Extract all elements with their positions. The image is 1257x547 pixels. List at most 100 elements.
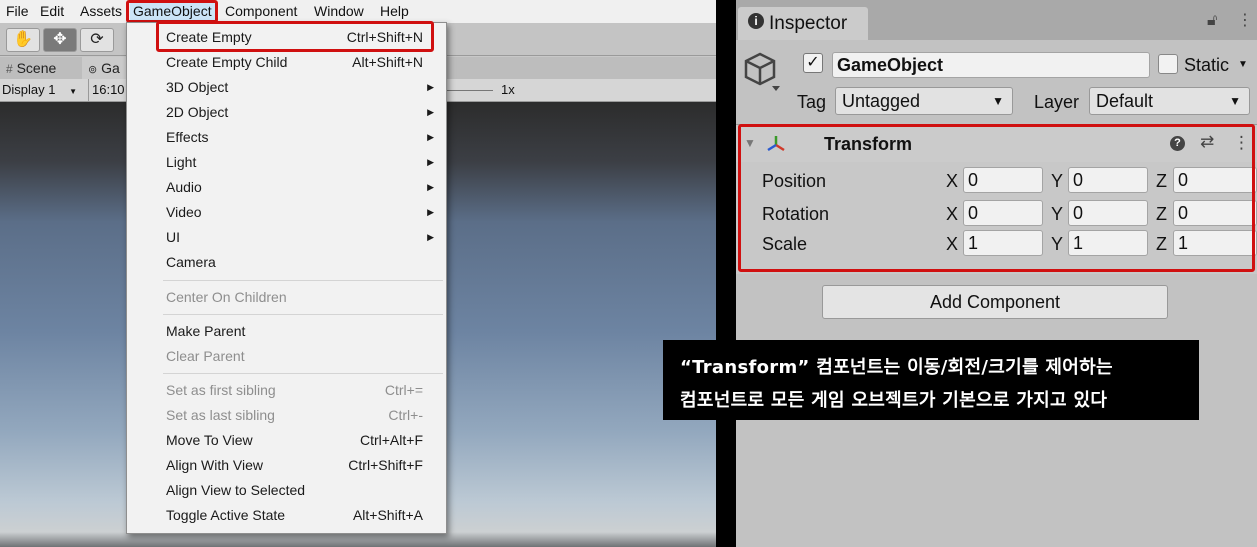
scale-value: 1x — [501, 82, 515, 97]
menu-separator — [163, 280, 443, 281]
rotate-tool-button[interactable]: ⟳ — [80, 28, 114, 52]
tab-scene[interactable]: # Scene — [0, 57, 62, 79]
menu-item-align-with-view[interactable]: Align With View Ctrl+Shift+F — [127, 453, 446, 478]
menu-separator — [163, 314, 443, 315]
submenu-arrow-icon: ▶ — [427, 132, 434, 142]
move-tool-button[interactable]: ✥ — [43, 28, 77, 52]
aspect-dropdown[interactable]: 16:10 — [88, 79, 125, 101]
inspector-panel: i Inspector 🔓︎ ⋮ ✓ GameObject Static ▼ T… — [736, 0, 1257, 547]
object-name-field[interactable]: GameObject — [832, 52, 1150, 78]
menu-item-audio[interactable]: Audio ▶ — [127, 175, 446, 200]
display-label: Display 1 — [2, 82, 56, 97]
menu-item-create-empty-child[interactable]: Create Empty Child Alt+Shift+N — [127, 50, 446, 75]
tab-scene-label: Scene — [16, 60, 57, 76]
more-options-icon[interactable]: ⋮ — [1237, 10, 1253, 30]
menu-item-label: 2D Object — [166, 104, 229, 120]
layer-label: Layer — [1034, 92, 1080, 112]
menu-help[interactable]: Help — [377, 2, 412, 21]
menu-edit[interactable]: Edit — [37, 2, 67, 21]
unity-editor-left: File Edit Assets GameObject Component Wi… — [0, 0, 716, 547]
menu-item-label: Create Empty Child — [166, 54, 288, 70]
menu-item-label: Align View to Selected — [166, 482, 306, 498]
menu-separator — [163, 373, 443, 374]
menu-item-make-parent[interactable]: Make Parent — [127, 319, 446, 344]
gameobject-menu-highlight — [126, 0, 218, 23]
menu-item-shortcut: Alt+Shift+A — [352, 507, 423, 523]
tab-inspector[interactable]: i Inspector — [738, 7, 868, 40]
menu-file[interactable]: File — [3, 2, 32, 21]
menu-item-shortcut: Alt+Shift+N — [352, 54, 423, 70]
menu-item-label: Align With View — [166, 457, 264, 473]
menu-item-label: Make Parent — [166, 323, 246, 339]
active-checkbox[interactable]: ✓ — [803, 53, 823, 73]
info-icon: i — [748, 13, 764, 29]
aspect-label: 16:10 — [92, 82, 125, 97]
chevron-down-icon: ▼ — [992, 94, 1004, 108]
menu-item-label: Effects — [166, 129, 209, 145]
gamepad-icon: ⊚ — [88, 64, 98, 76]
menu-item-clear-parent: Clear Parent — [127, 344, 446, 369]
menu-item-align-view-to-selected[interactable]: Align View to Selected — [127, 478, 446, 503]
menu-item-video[interactable]: Video ▶ — [127, 200, 446, 225]
menu-component[interactable]: Component — [222, 2, 300, 21]
menu-item-effects[interactable]: Effects ▶ — [127, 125, 446, 150]
menu-assets[interactable]: Assets — [77, 2, 125, 21]
tab-inspector-label: Inspector — [769, 13, 848, 34]
menu-item-move-to-view[interactable]: Move To View Ctrl+Alt+F — [127, 428, 446, 453]
tag-dropdown[interactable]: Untagged ▼ — [835, 87, 1013, 115]
menu-item-set-last-sibling: Set as last sibling Ctrl+- — [127, 403, 446, 428]
move-icon: ✥ — [53, 31, 67, 48]
menu-item-center-on-children: Center On Children — [127, 285, 446, 310]
menu-item-toggle-active-state[interactable]: Toggle Active State Alt+Shift+A — [127, 503, 446, 528]
menu-item-shortcut: Ctrl+- — [388, 407, 423, 423]
chevron-down-icon[interactable]: ▼ — [1238, 59, 1248, 70]
display-dropdown[interactable]: Display 1 ▼ — [2, 82, 77, 97]
lock-icon[interactable]: 🔓︎ — [1207, 12, 1217, 30]
tag-value: Untagged — [842, 91, 921, 111]
submenu-arrow-icon: ▶ — [427, 182, 434, 192]
hand-icon: ✋ — [13, 31, 33, 48]
rotate-icon: ⟳ — [90, 31, 104, 48]
menu-bar: File Edit Assets GameObject Component Wi… — [0, 0, 716, 23]
panel-divider — [716, 0, 736, 547]
chevron-down-icon: ▼ — [69, 87, 78, 96]
menu-item-light[interactable]: Light ▶ — [127, 150, 446, 175]
menu-item-shortcut: Ctrl+Alt+F — [359, 432, 423, 448]
add-component-button[interactable]: Add Component — [822, 285, 1168, 319]
menu-item-shortcut: Ctrl+Shift+F — [348, 457, 423, 473]
submenu-arrow-icon: ▶ — [427, 82, 434, 92]
menu-item-label: Video — [166, 204, 202, 220]
menu-item-set-first-sibling: Set as first sibling Ctrl+= — [127, 378, 446, 403]
menu-item-shortcut: Ctrl+= — [384, 382, 423, 398]
menu-item-label: Set as first sibling — [166, 382, 276, 398]
submenu-arrow-icon: ▶ — [427, 232, 434, 242]
grid-icon: # — [6, 62, 13, 76]
caption-box: “Transform” 컴포넌트는 이동/회전/크기를 제어하는 컴포넌트로 모… — [663, 340, 1199, 420]
tag-label: Tag — [797, 92, 827, 112]
menu-item-label: UI — [166, 229, 180, 245]
layer-value: Default — [1096, 91, 1154, 111]
static-checkbox[interactable] — [1158, 54, 1178, 74]
layer-dropdown[interactable]: Default ▼ — [1089, 87, 1250, 115]
menu-item-3d-object[interactable]: 3D Object ▶ — [127, 75, 446, 100]
submenu-arrow-icon: ▶ — [427, 157, 434, 167]
scale-slider-track[interactable] — [447, 90, 493, 91]
menu-item-label: Toggle Active State — [166, 507, 286, 523]
hand-tool-button[interactable]: ✋ — [6, 28, 40, 52]
transform-highlight — [738, 124, 1255, 272]
menu-item-label: 3D Object — [166, 79, 229, 95]
menu-window[interactable]: Window — [311, 2, 367, 21]
menu-item-label: Set as last sibling — [166, 407, 275, 423]
submenu-arrow-icon: ▶ — [427, 107, 434, 117]
caption-line-1: “Transform” 컴포넌트는 이동/회전/크기를 제어하는 — [680, 357, 1113, 378]
menu-item-label: Clear Parent — [166, 348, 245, 364]
menu-item-label: Camera — [166, 254, 216, 270]
menu-item-camera[interactable]: Camera — [127, 250, 446, 275]
menu-item-ui[interactable]: UI ▶ — [127, 225, 446, 250]
menu-item-label: Light — [166, 154, 197, 170]
menu-item-label: Center On Children — [166, 289, 287, 305]
menu-item-label: Audio — [166, 179, 202, 195]
static-label: Static — [1184, 55, 1230, 75]
tab-game[interactable]: ⊚ Ga — [82, 57, 126, 79]
menu-item-2d-object[interactable]: 2D Object ▶ — [127, 100, 446, 125]
